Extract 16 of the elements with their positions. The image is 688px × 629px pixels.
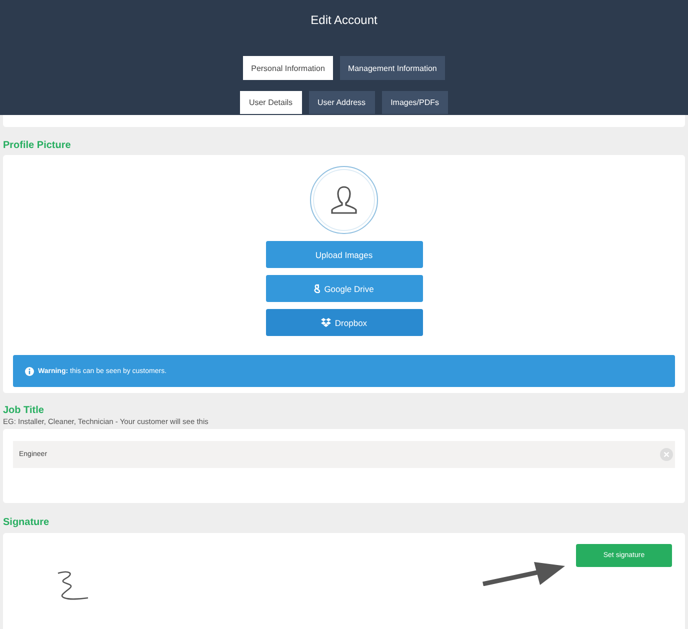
clear-icon	[660, 448, 673, 461]
section-heading: Signature	[3, 517, 50, 530]
info-icon	[25, 366, 34, 376]
google-icon	[314, 284, 320, 294]
section-heading: Profile Picture	[3, 140, 72, 153]
tab[interactable]: User Details	[240, 91, 302, 114]
upload-button[interactable]: Dropbox	[266, 309, 422, 336]
window-title: Edit Account	[310, 13, 378, 27]
tab[interactable]: Management Information	[340, 56, 445, 80]
signature-drawing	[56, 570, 90, 600]
tab[interactable]: User Address	[308, 91, 375, 114]
section-heading: Job Title	[3, 405, 45, 418]
tab[interactable]: Personal Information	[243, 56, 333, 80]
person-icon	[331, 185, 357, 215]
tab[interactable]: Images/PDFs	[382, 91, 448, 114]
dropbox-icon	[320, 318, 331, 327]
